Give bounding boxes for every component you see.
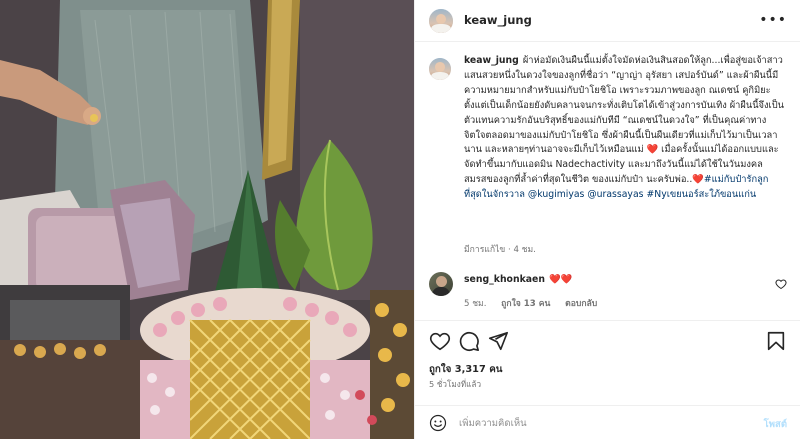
- save-icon[interactable]: [765, 330, 787, 352]
- comment-username[interactable]: seng_khonkaen: [464, 274, 545, 285]
- action-bar: [415, 330, 800, 354]
- comment-text: seng_khonkaen ❤️❤️: [464, 274, 572, 285]
- post-photo[interactable]: [0, 0, 414, 439]
- post-comment-button[interactable]: โพสต์: [764, 417, 787, 432]
- emoji-icon[interactable]: [429, 414, 447, 432]
- caption-tag-link[interactable]: @urassayas: [587, 189, 643, 200]
- comment-heart-icon[interactable]: [775, 278, 787, 290]
- commenter-avatar[interactable]: [429, 272, 453, 296]
- caption-text: keaw_jung ผ้าห่อมัดเงินผืนนี้แม่ตั้งใจมัด…: [464, 54, 784, 203]
- caption-body: ผ้าห่อมัดเงินผืนนี้แม่ตั้งใจมัดห่อเงินสิ…: [464, 55, 784, 200]
- caption-avatar[interactable]: [429, 58, 451, 80]
- heart-icon[interactable]: [429, 330, 451, 352]
- more-icon[interactable]: •••: [759, 12, 787, 28]
- post-side-panel: keaw_jung ••• keaw_jung ผ้าห่อมัดเงินผืนน…: [414, 0, 800, 439]
- author-username[interactable]: keaw_jung: [464, 13, 532, 27]
- comment-meta: 5 ชม. ถูกใจ 13 คน ตอบกลับ: [464, 296, 609, 310]
- comment-input[interactable]: [459, 414, 739, 432]
- post-photo-illustration: [0, 0, 414, 439]
- caption-text-segment: ผ้าห่อมัดเงินผืนนี้แม่ตั้งใจมัดห่อเงินสิ…: [464, 55, 784, 156]
- share-icon[interactable]: [487, 330, 509, 352]
- comment-time: 5 ชม.: [464, 299, 487, 309]
- heart-emoji: ❤️: [692, 174, 704, 186]
- heart-emoji: ❤️: [646, 144, 659, 156]
- post-header: keaw_jung •••: [415, 0, 800, 42]
- caption-tag-link[interactable]: @kugimiyas: [528, 189, 584, 200]
- like-count[interactable]: ถูกใจ 3,317 คน: [429, 362, 502, 377]
- comment-composer: โพสต์: [415, 405, 800, 439]
- comment-reply-button[interactable]: ตอบกลับ: [565, 299, 597, 309]
- author-avatar[interactable]: [429, 9, 453, 33]
- comment-body: ❤️❤️: [548, 274, 573, 285]
- comment-icon[interactable]: [458, 330, 480, 352]
- actions-divider: [415, 320, 800, 321]
- post-time[interactable]: 5 ชั่วโมงที่แล้ว: [429, 378, 481, 391]
- caption-meta: มีการแก้ไข · 4 ชม.: [464, 245, 536, 255]
- caption-tag-link[interactable]: #Nyเขยนอร์สะใภ้ขอนแก่น: [646, 189, 756, 200]
- comment-likes[interactable]: ถูกใจ 13 คน: [501, 299, 550, 309]
- caption-username[interactable]: keaw_jung: [464, 55, 519, 66]
